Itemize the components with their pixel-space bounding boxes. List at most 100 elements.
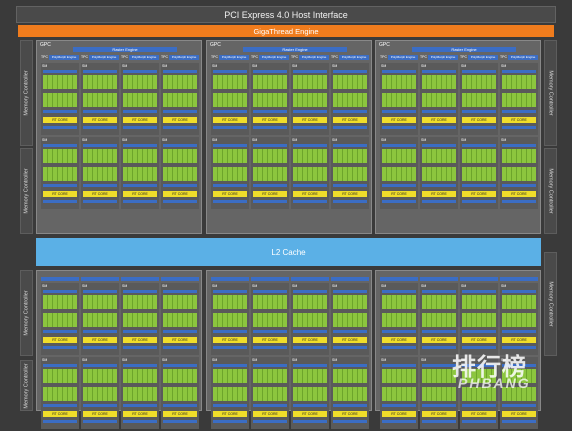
raster-engine: Raster Engine <box>412 47 516 52</box>
rt-core: RT CORE <box>123 411 157 417</box>
sm: SM RT CORE <box>251 63 289 135</box>
rt-core: RT CORE <box>293 411 327 417</box>
polymorph-engine: PolyMorph Engine <box>468 55 498 60</box>
gpc-bottom-2: SM RT CORE SM RT CORE SM RT CORE SM RT CORE SM RT… <box>206 270 372 429</box>
polymorph-engine: PolyMorph Engine <box>89 55 119 60</box>
sm-label: SM <box>212 284 218 288</box>
cuda-core-block <box>422 313 456 327</box>
sm-texture <box>422 200 456 203</box>
cuda-core-block <box>83 369 117 383</box>
sm-scheduler <box>213 290 247 293</box>
cuda-core-block <box>213 149 247 163</box>
cuda-core-block <box>333 149 367 163</box>
sm-scheduler <box>422 364 456 367</box>
sm-scheduler <box>293 144 327 147</box>
sm-texture <box>213 200 247 203</box>
tpc: TPC PolyMorph Engine SM RT CORE SM RT CORE <box>420 55 458 209</box>
cuda-core-block <box>502 369 536 383</box>
rt-core: RT CORE <box>83 191 117 197</box>
cuda-core-block <box>502 313 536 327</box>
sm-scheduler <box>502 144 536 147</box>
cuda-core-block <box>462 149 496 163</box>
sm-scheduler <box>43 144 77 147</box>
sm-label: SM <box>421 284 427 288</box>
polymorph-engine <box>211 277 249 281</box>
cuda-core-block <box>123 313 157 327</box>
polymorph-engine <box>380 277 418 281</box>
cuda-core-block <box>382 313 416 327</box>
cuda-core-block <box>293 369 327 383</box>
rt-core: RT CORE <box>83 337 117 343</box>
memory-controller-label: Memory Controller <box>547 70 554 116</box>
cuda-core-block <box>163 313 197 327</box>
sm-label: SM <box>212 358 218 362</box>
tpc-label: TPC <box>41 55 48 59</box>
rt-core: RT CORE <box>333 337 367 343</box>
cuda-core-block <box>83 75 117 89</box>
polymorph-engine <box>291 277 329 281</box>
sm-texture <box>83 346 117 349</box>
sm-texture <box>502 126 536 129</box>
sm: SM RT CORE <box>211 357 249 429</box>
tpc: SM RT CORE SM RT CORE <box>331 277 369 431</box>
cuda-core-block <box>123 295 157 309</box>
sm-label: SM <box>122 138 128 142</box>
polymorph-engine <box>251 277 289 281</box>
cuda-core-block <box>43 75 77 89</box>
sm-scheduler <box>83 364 117 367</box>
rt-core: RT CORE <box>163 191 197 197</box>
sm: SM RT CORE <box>161 137 199 209</box>
sm-scheduler <box>422 290 456 293</box>
sm-texture <box>462 126 496 129</box>
sm-label: SM <box>292 358 298 362</box>
sm-texture <box>83 420 117 423</box>
sm: SM RT CORE <box>121 283 159 355</box>
cuda-core-block <box>123 75 157 89</box>
cuda-core-block <box>502 149 536 163</box>
tpc: TPC PolyMorph Engine SM RT CORE SM RT CORE <box>161 55 199 209</box>
sm: SM RT CORE <box>420 357 458 429</box>
sm-cache <box>163 330 197 333</box>
sm-scheduler <box>502 70 536 73</box>
cuda-core-block <box>253 313 287 327</box>
cuda-core-block <box>382 369 416 383</box>
rt-core: RT CORE <box>422 191 456 197</box>
rt-core: RT CORE <box>213 191 247 197</box>
sm-cache <box>43 330 77 333</box>
rt-core: RT CORE <box>462 191 496 197</box>
polymorph-engine: PolyMorph Engine <box>129 55 159 60</box>
sm: SM RT CORE <box>251 357 289 429</box>
rt-core: RT CORE <box>83 117 117 123</box>
sm-cache <box>83 184 117 187</box>
sm-scheduler <box>83 290 117 293</box>
sm-texture <box>382 346 416 349</box>
sm-texture <box>502 200 536 203</box>
cuda-core-block <box>163 369 197 383</box>
sm-cache <box>293 110 327 113</box>
sm: SM RT CORE <box>500 357 538 429</box>
rt-core: RT CORE <box>502 117 536 123</box>
sm-scheduler <box>422 70 456 73</box>
sm-scheduler <box>333 144 367 147</box>
rt-core: RT CORE <box>502 337 536 343</box>
memory-controller-right-2: Memory Controller <box>544 148 557 234</box>
rt-core: RT CORE <box>253 411 287 417</box>
rt-core: RT CORE <box>293 337 327 343</box>
sm-cache <box>123 330 157 333</box>
sm: SM RT CORE <box>331 137 369 209</box>
cuda-core-block <box>43 167 77 181</box>
rt-core: RT CORE <box>462 117 496 123</box>
sm-label: SM <box>42 358 48 362</box>
cuda-core-block <box>293 149 327 163</box>
sm-cache <box>382 404 416 407</box>
sm-texture <box>123 200 157 203</box>
sm-label: SM <box>501 284 507 288</box>
sm-cache <box>43 184 77 187</box>
cuda-core-block <box>213 75 247 89</box>
sm-cache <box>213 184 247 187</box>
sm-label: SM <box>162 64 168 68</box>
sm-cache <box>502 184 536 187</box>
sm-scheduler <box>83 70 117 73</box>
polymorph-engine: PolyMorph Engine <box>428 55 458 60</box>
sm-scheduler <box>333 364 367 367</box>
